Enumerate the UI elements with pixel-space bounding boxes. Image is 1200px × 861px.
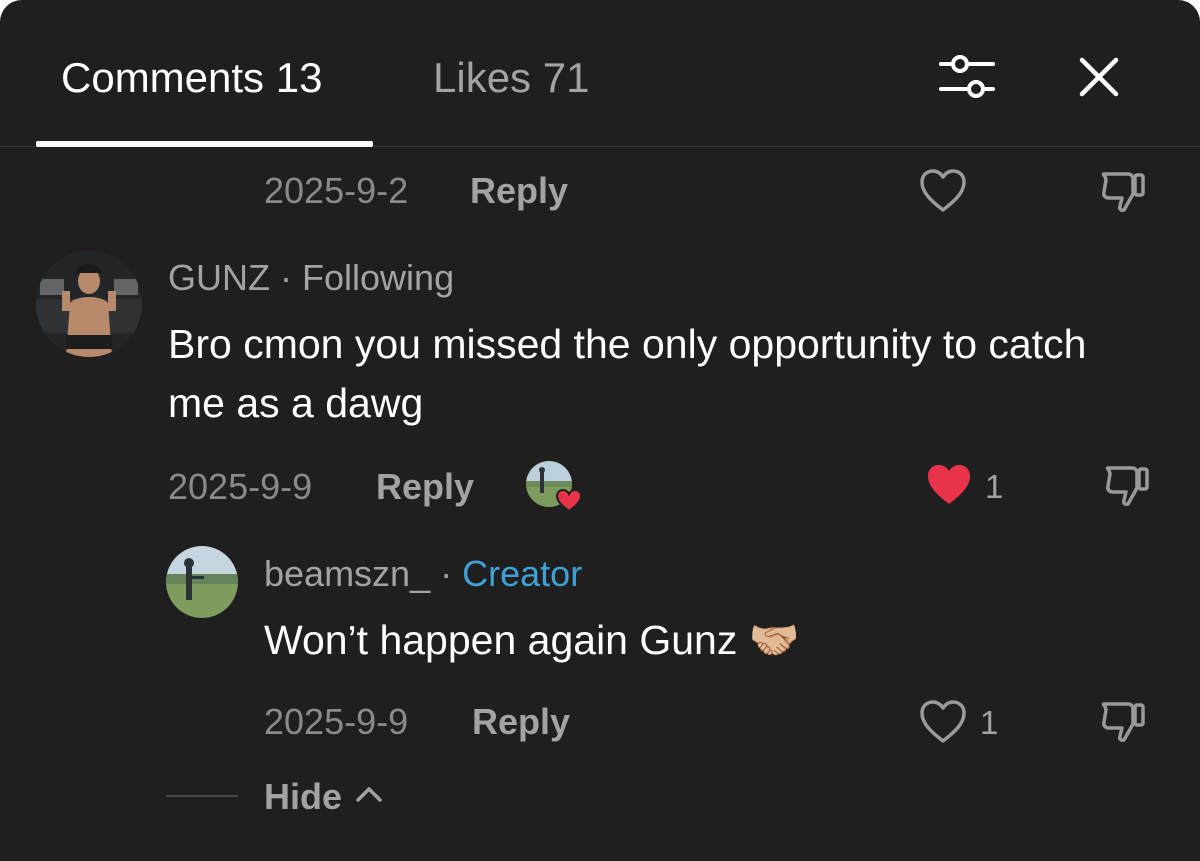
avatar-photo [36, 251, 142, 357]
active-tab-indicator [36, 141, 373, 147]
heart-icon[interactable] [918, 168, 968, 214]
username[interactable]: GUNZ [168, 257, 270, 298]
reply-button[interactable]: Reply [470, 170, 568, 212]
comments-sheet: Comments 13 Likes 71 2025-9-2 Reply GUNZ… [0, 0, 1200, 861]
comments-header: Comments 13 Likes 71 [0, 0, 1200, 147]
replies-divider [166, 795, 238, 797]
heart-icon[interactable] [924, 462, 974, 508]
reply-button[interactable]: Reply [376, 466, 474, 508]
creator-liked-badge [526, 461, 583, 513]
like-count: 1 [985, 468, 1004, 505]
like-count: 1 [980, 704, 999, 741]
heart-icon[interactable] [918, 699, 968, 745]
sliders-icon[interactable] [938, 52, 996, 102]
reply-header: beamszn_ · Creator [264, 553, 582, 595]
hide-replies-button[interactable]: Hide [264, 776, 342, 818]
following-label: Following [302, 257, 455, 298]
creator-badge: Creator [462, 553, 583, 594]
thumbs-down-icon[interactable] [1098, 166, 1148, 216]
comment-text: Bro cmon you missed the only opportunity… [168, 321, 1087, 426]
reply-text: Won’t happen again Gunz 🤝🏼 [264, 617, 800, 663]
reply-date: 2025-9-9 [264, 701, 409, 742]
close-icon[interactable] [1076, 54, 1122, 100]
separator: · [280, 257, 293, 298]
thumbs-down-icon[interactable] [1098, 696, 1148, 746]
avatar[interactable] [166, 546, 238, 618]
avatar[interactable] [36, 251, 142, 357]
comment-date: 2025-9-9 [168, 466, 313, 507]
comment-header: GUNZ · Following [168, 257, 454, 299]
chevron-up-icon[interactable] [354, 784, 384, 804]
reply-button[interactable]: Reply [472, 701, 570, 743]
thumbs-down-icon[interactable] [1102, 460, 1152, 510]
tab-comments[interactable]: Comments 13 [61, 54, 322, 102]
tab-likes[interactable]: Likes 71 [433, 54, 589, 102]
creator-avatar-mini [526, 461, 583, 513]
separator: · [440, 553, 453, 594]
comment-date: 2025-9-2 [264, 170, 409, 211]
username[interactable]: beamszn_ [264, 553, 430, 594]
avatar-photo [166, 546, 238, 618]
